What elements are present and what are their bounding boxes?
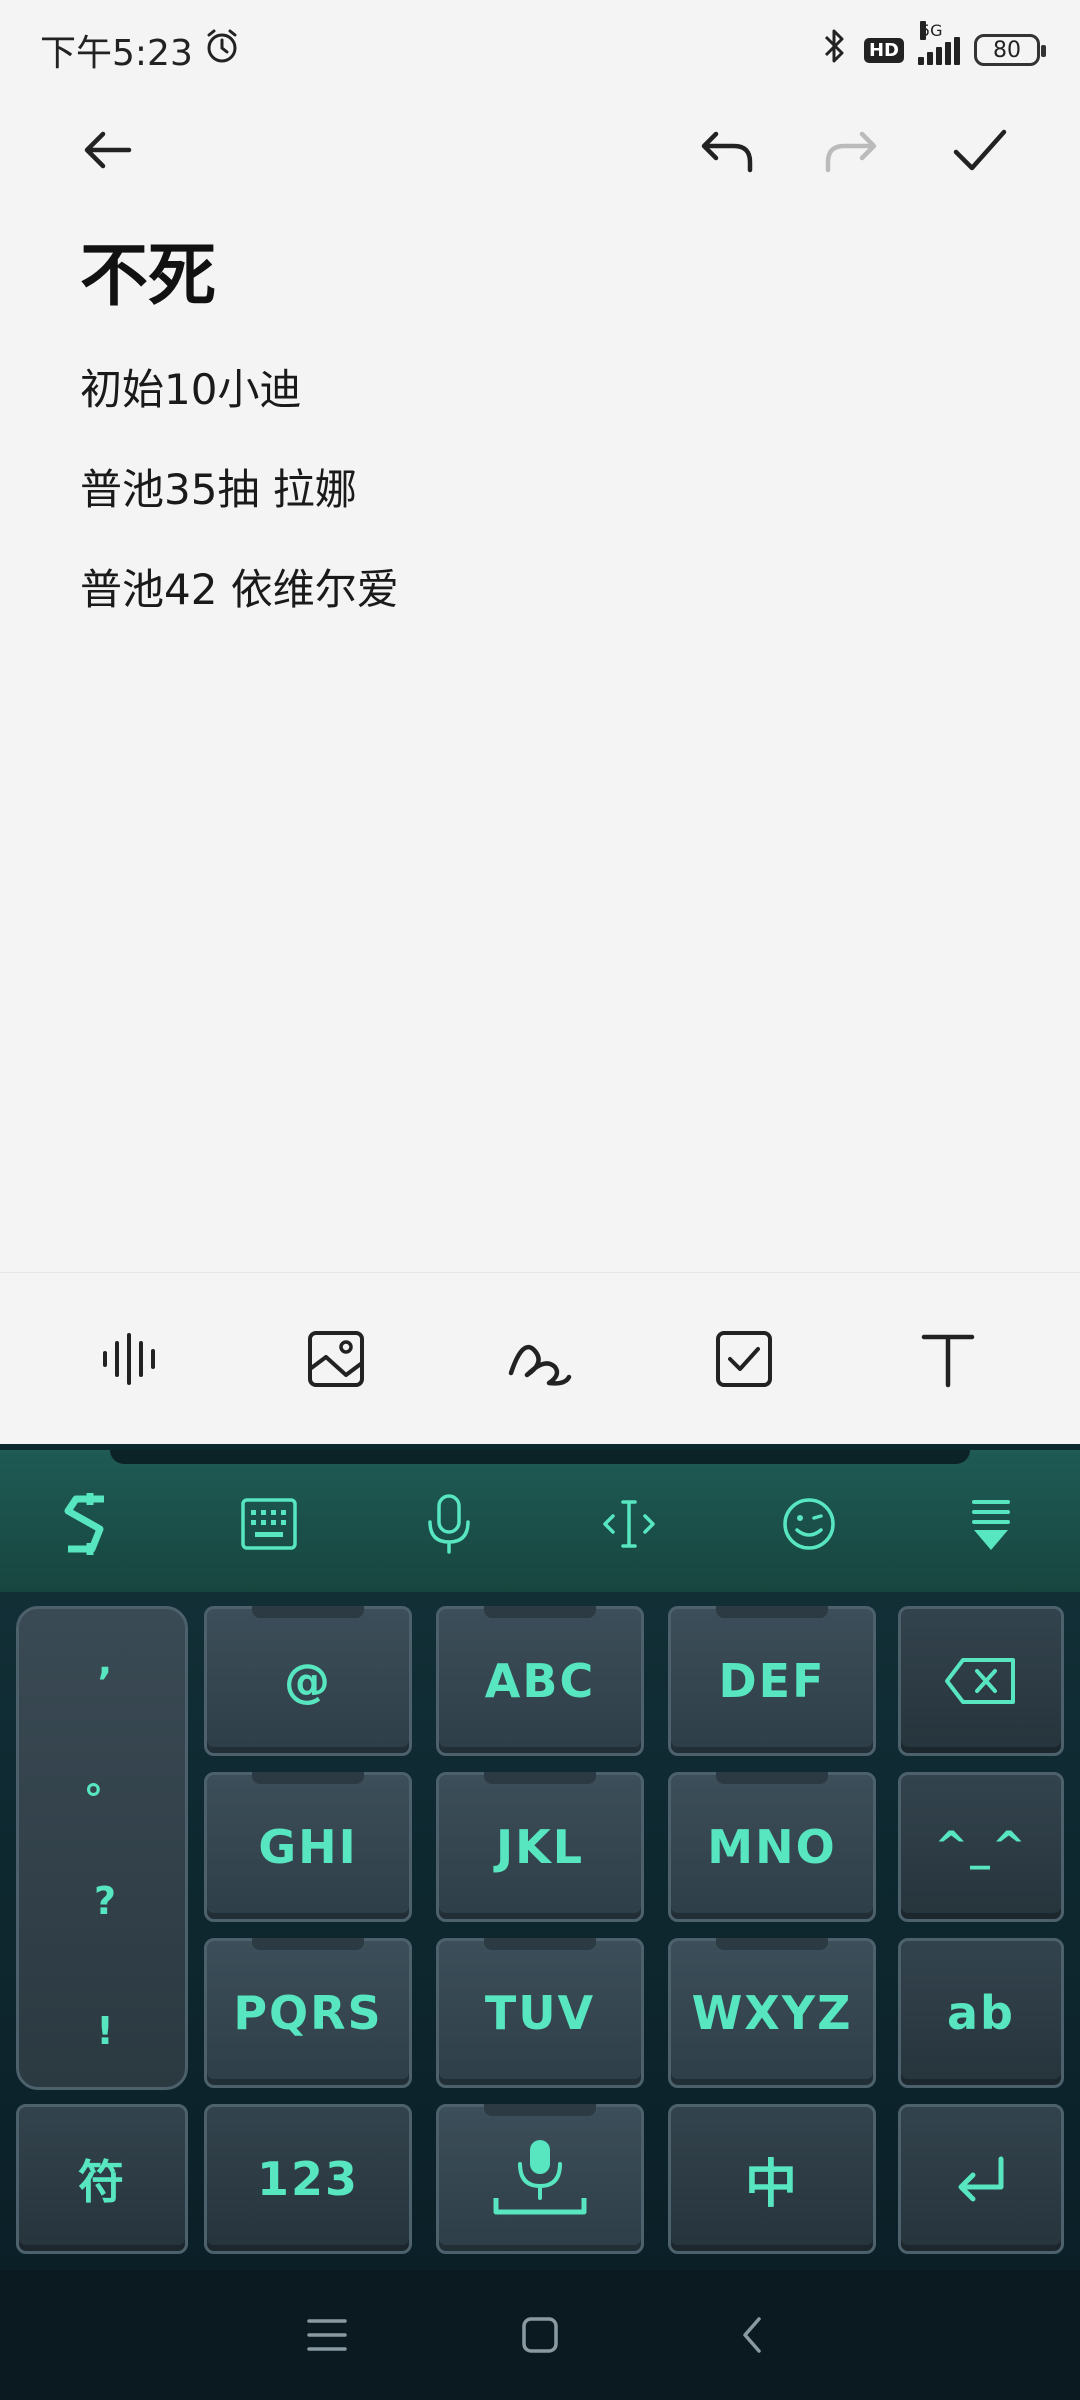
keyboard-icon: [241, 1498, 297, 1550]
status-right: HD 5G 80: [820, 21, 1046, 74]
note-title[interactable]: 不死: [80, 220, 216, 319]
smiley-icon: [783, 1498, 835, 1550]
key-chinese[interactable]: 中: [668, 2104, 876, 2254]
back-nav-button[interactable]: [713, 2295, 793, 2375]
status-time: 下午5:23: [40, 33, 193, 74]
keyboard: , 。 ? ! @ ABC DEF GHI JKL MNO ^_^ PQRS T…: [0, 1444, 1080, 2270]
undo-button[interactable]: [686, 110, 766, 190]
space-voice-key[interactable]: [436, 2104, 644, 2254]
voice-note-button[interactable]: [87, 1314, 177, 1404]
redo-icon: [825, 131, 877, 173]
status-bar: 下午5:23 HD 5G 80: [0, 0, 1080, 100]
note-body[interactable]: 初始10小迪 普池35抽 拉娜 普池42 依维尔爱: [80, 355, 399, 655]
keyboard-layout-button[interactable]: [224, 1482, 314, 1566]
key-ab[interactable]: ab: [898, 1938, 1064, 2088]
image-icon: [308, 1330, 364, 1387]
backspace-key[interactable]: [898, 1606, 1064, 1756]
status-left: 下午5:23: [40, 24, 241, 76]
logo-icon: [64, 1493, 104, 1555]
collapse-icon: [972, 1500, 1010, 1550]
done-button[interactable]: [940, 110, 1020, 190]
punct-comma[interactable]: ,: [19, 1639, 191, 1683]
text-icon: [921, 1334, 975, 1387]
key-wxyz[interactable]: WXYZ: [668, 1938, 876, 2088]
key-mno[interactable]: MNO: [668, 1772, 876, 1922]
key-numbers[interactable]: 123: [204, 2104, 412, 2254]
enter-icon: [958, 2156, 1004, 2202]
key-abc[interactable]: ABC: [436, 1606, 644, 1756]
key-symbols[interactable]: 符: [16, 2104, 188, 2254]
microphone-icon: [493, 2140, 587, 2215]
menu-nav-button[interactable]: [287, 2295, 367, 2375]
cursor-move-button[interactable]: [584, 1482, 674, 1566]
format-toolbar: [0, 1272, 1080, 1444]
checklist-button[interactable]: [699, 1314, 789, 1404]
handwriting-button[interactable]: [495, 1314, 585, 1404]
key-emoticon[interactable]: ^_^: [898, 1772, 1064, 1922]
waveform-icon: [103, 1332, 155, 1385]
scribble-icon: [508, 1344, 572, 1386]
note-line[interactable]: 初始10小迪: [80, 355, 399, 455]
punct-exclaim[interactable]: !: [19, 2009, 191, 2053]
keyboard-logo-button[interactable]: [45, 1482, 135, 1566]
menu-icon: [306, 2319, 347, 2351]
arrow-left-icon: [84, 131, 132, 169]
chevron-left-icon: [743, 2317, 762, 2353]
key-jkl[interactable]: JKL: [436, 1772, 644, 1922]
undo-icon: [701, 131, 753, 173]
home-icon: [522, 2317, 558, 2353]
keyboard-toolbar: [0, 1444, 1080, 1592]
insert-image-button[interactable]: [291, 1314, 381, 1404]
key-def[interactable]: DEF: [668, 1606, 876, 1756]
voice-input-button[interactable]: [404, 1482, 494, 1566]
battery-level: 80: [993, 37, 1021, 63]
editor-toolbar: [0, 110, 1080, 190]
enter-key[interactable]: [898, 2104, 1064, 2254]
punct-question[interactable]: ?: [19, 1879, 191, 1923]
key-tuv[interactable]: TUV: [436, 1938, 644, 2088]
note-line[interactable]: 普池35抽 拉娜: [80, 455, 399, 555]
hide-keyboard-button[interactable]: [946, 1482, 1036, 1566]
cursor-icon: [603, 1500, 655, 1548]
home-nav-button[interactable]: [500, 2295, 580, 2375]
network-type: 5G: [920, 21, 943, 40]
signal-icon: 5G: [918, 21, 960, 65]
system-nav-bar: [0, 2270, 1080, 2400]
bluetooth-icon: [820, 27, 850, 74]
key-at[interactable]: @: [204, 1606, 412, 1756]
alarm-icon: [203, 27, 241, 74]
check-icon: [953, 129, 1007, 171]
punctuation-column: , 。 ? !: [16, 1606, 188, 2090]
battery-icon: 80: [974, 34, 1046, 66]
key-ghi[interactable]: GHI: [204, 1772, 412, 1922]
emoji-button[interactable]: [764, 1482, 854, 1566]
hd-badge: HD: [863, 37, 904, 63]
punct-period[interactable]: 。: [19, 1749, 191, 1804]
microphone-icon: [428, 1494, 470, 1554]
redo-button[interactable]: [812, 110, 892, 190]
checkbox-icon: [716, 1330, 772, 1387]
key-pqrs[interactable]: PQRS: [204, 1938, 412, 2088]
text-format-button[interactable]: [903, 1314, 993, 1404]
note-line[interactable]: 普池42 依维尔爱: [80, 555, 399, 655]
backspace-icon: [945, 1658, 1015, 1704]
back-button[interactable]: [67, 110, 147, 190]
